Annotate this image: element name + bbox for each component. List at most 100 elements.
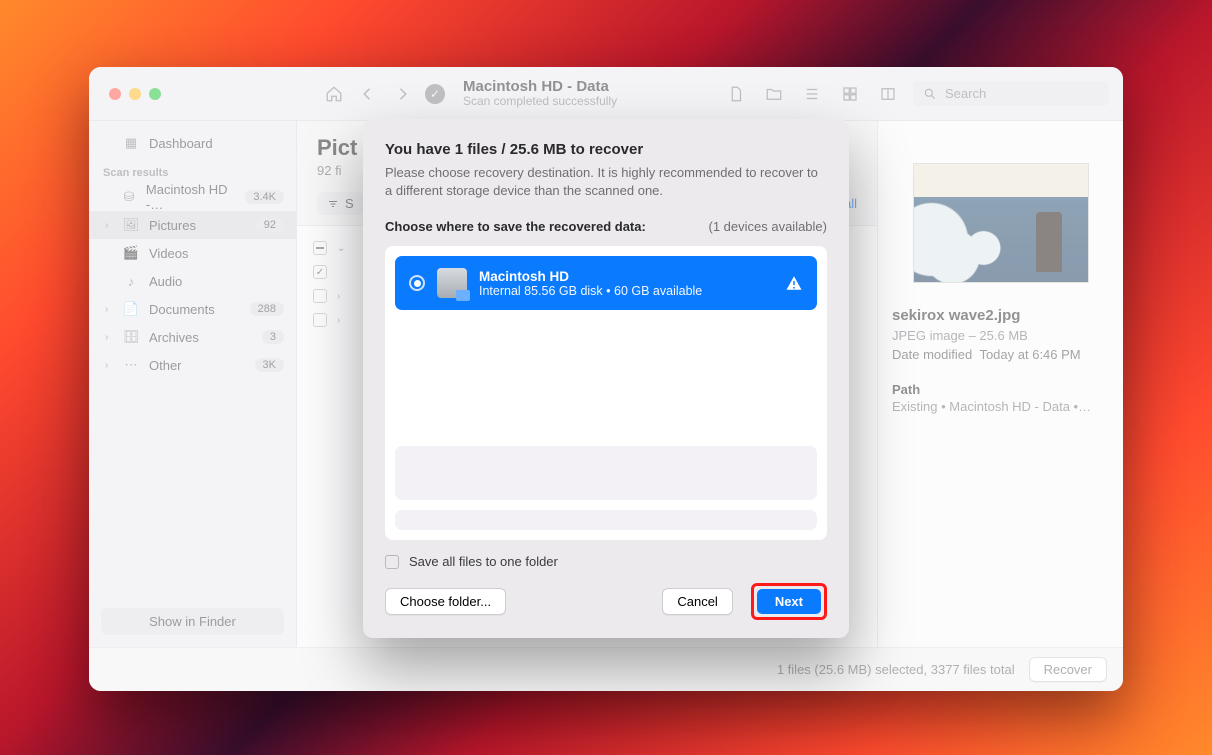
sidebar-item-label: Pictures <box>149 218 196 233</box>
devices-available: (1 devices available) <box>708 219 827 234</box>
other-icon: ⋯ <box>123 357 139 373</box>
preview-thumbnail <box>913 163 1089 283</box>
dialog-choose-row: Choose where to save the recovered data:… <box>385 219 827 234</box>
window-controls <box>89 88 297 100</box>
show-in-finder-button[interactable]: Show in Finder <box>101 608 284 635</box>
toolbar-nav <box>325 85 411 103</box>
device-list: Macintosh HD Internal 85.56 GB disk • 60… <box>385 246 827 540</box>
sidebar-item-label: Macintosh HD -… <box>146 182 235 212</box>
sidebar-item-label: Videos <box>149 246 189 261</box>
sidebar-item-label: Other <box>149 358 182 373</box>
view-grid-icon[interactable] <box>837 83 863 105</box>
chevron-right-icon: › <box>337 315 340 326</box>
device-option[interactable]: Macintosh HD Internal 85.56 GB disk • 60… <box>395 256 817 310</box>
grid-icon: ▦ <box>123 135 139 151</box>
modified-label: Date modified <box>892 347 972 362</box>
sidebar-item-label: Audio <box>149 274 182 289</box>
scan-target: Macintosh HD - Data <box>463 78 617 95</box>
sidebar-item-label: Archives <box>149 330 199 345</box>
scan-complete-icon: ✓ <box>425 84 445 104</box>
sidebar-dashboard-label: Dashboard <box>149 136 213 151</box>
device-text: Macintosh HD Internal 85.56 GB disk • 60… <box>479 269 702 298</box>
sidebar: ▦ Dashboard Scan results ⛁ Macintosh HD … <box>89 121 297 647</box>
chevron-right-icon[interactable]: › <box>105 360 113 371</box>
next-button[interactable]: Next <box>757 589 821 614</box>
modified-value: Today at 6:46 PM <box>979 347 1080 362</box>
save-one-folder-label: Save all files to one folder <box>409 554 558 569</box>
filter-pill[interactable]: S <box>317 192 364 215</box>
recovery-dialog: You have 1 files / 25.6 MB to recover Pl… <box>363 119 849 638</box>
tri-state-checkbox[interactable] <box>313 241 327 255</box>
next-label: Next <box>775 594 803 609</box>
sidebar-dashboard[interactable]: ▦ Dashboard <box>89 129 296 157</box>
zoom-window-button[interactable] <box>149 88 161 100</box>
row-checkbox[interactable] <box>313 313 327 327</box>
audio-icon: ♪ <box>123 274 139 289</box>
titlebar: ✓ Macintosh HD - Data Scan completed suc… <box>89 67 1123 121</box>
chevron-right-icon[interactable]: › <box>105 304 113 315</box>
device-name: Macintosh HD <box>479 269 702 284</box>
chevron-right-icon[interactable]: › <box>105 220 113 231</box>
choose-label: Choose where to save the recovered data: <box>385 219 646 234</box>
archive-icon: 🗄 <box>123 329 139 345</box>
view-folder-icon[interactable] <box>761 83 787 105</box>
save-one-folder-checkbox[interactable] <box>385 555 399 569</box>
row-checkbox[interactable] <box>313 289 327 303</box>
minimize-window-button[interactable] <box>129 88 141 100</box>
chevron-down-icon[interactable]: ⌄ <box>337 243 345 254</box>
hdd-icon <box>437 268 467 298</box>
choose-folder-label: Choose folder... <box>400 594 491 609</box>
dialog-footer: Choose folder... Cancel Next <box>385 583 827 620</box>
device-placeholder <box>395 446 817 500</box>
choose-folder-button[interactable]: Choose folder... <box>385 588 506 615</box>
count-badge: 3 <box>262 330 284 344</box>
chevron-right-icon[interactable]: › <box>105 332 113 343</box>
inspector-panel: sekirox wave2.jpg JPEG image – 25.6 MB D… <box>877 121 1123 647</box>
view-list-icon[interactable] <box>799 83 825 105</box>
sidebar-item-pictures[interactable]: › 🖼 Pictures 92 <box>89 211 296 239</box>
save-one-folder-row[interactable]: Save all files to one folder <box>385 554 827 569</box>
close-window-button[interactable] <box>109 88 121 100</box>
count-badge: 3K <box>255 358 284 372</box>
path-label: Path <box>892 382 1109 397</box>
filter-label: S <box>345 196 354 211</box>
sidebar-item-archives[interactable]: › 🗄 Archives 3 <box>89 323 296 351</box>
search-placeholder: Search <box>945 86 986 101</box>
home-icon[interactable] <box>325 85 343 103</box>
recover-label: Recover <box>1044 662 1092 677</box>
path-value: Existing • Macintosh HD - Data •… <box>892 399 1109 414</box>
sidebar-results-header: Scan results <box>89 157 296 183</box>
cancel-label: Cancel <box>677 594 717 609</box>
device-placeholder <box>395 510 817 530</box>
view-file-icon[interactable] <box>723 83 749 105</box>
dialog-description: Please choose recovery destination. It i… <box>385 164 827 199</box>
sidebar-item-audio[interactable]: ♪ Audio <box>89 267 296 295</box>
sidebar-item-documents[interactable]: › 📄 Documents 288 <box>89 295 296 323</box>
sidebar-item-drive[interactable]: ⛁ Macintosh HD -… 3.4K <box>89 183 296 211</box>
file-kind: JPEG image – 25.6 MB <box>892 328 1109 343</box>
row-checkbox[interactable] <box>313 265 327 279</box>
footer-bar: 1 files (25.6 MB) selected, 3377 files t… <box>89 647 1123 691</box>
cancel-button[interactable]: Cancel <box>662 588 732 615</box>
back-icon[interactable] <box>359 85 377 103</box>
chevron-right-icon: › <box>337 291 340 302</box>
sidebar-item-other[interactable]: › ⋯ Other 3K <box>89 351 296 379</box>
radio-selected-icon[interactable] <box>409 275 425 291</box>
show-in-finder-label: Show in Finder <box>149 614 236 629</box>
view-columns-icon[interactable] <box>875 83 901 105</box>
sidebar-item-videos[interactable]: 🎬 Videos <box>89 239 296 267</box>
image-icon: 🖼 <box>123 217 139 233</box>
scan-status: Scan completed successfully <box>463 95 617 109</box>
toolbar-right: Search <box>723 81 1123 106</box>
scan-title-block: Macintosh HD - Data Scan completed succe… <box>463 78 617 109</box>
drive-icon: ⛁ <box>122 189 136 205</box>
recover-button[interactable]: Recover <box>1029 657 1107 682</box>
search-icon <box>923 87 937 101</box>
count-badge: 288 <box>250 302 284 316</box>
search-field[interactable]: Search <box>913 81 1109 106</box>
preview-figure <box>1036 212 1062 272</box>
count-badge: 92 <box>256 218 284 232</box>
selection-status: 1 files (25.6 MB) selected, 3377 files t… <box>777 662 1015 677</box>
forward-icon[interactable] <box>393 85 411 103</box>
sidebar-item-label: Documents <box>149 302 215 317</box>
